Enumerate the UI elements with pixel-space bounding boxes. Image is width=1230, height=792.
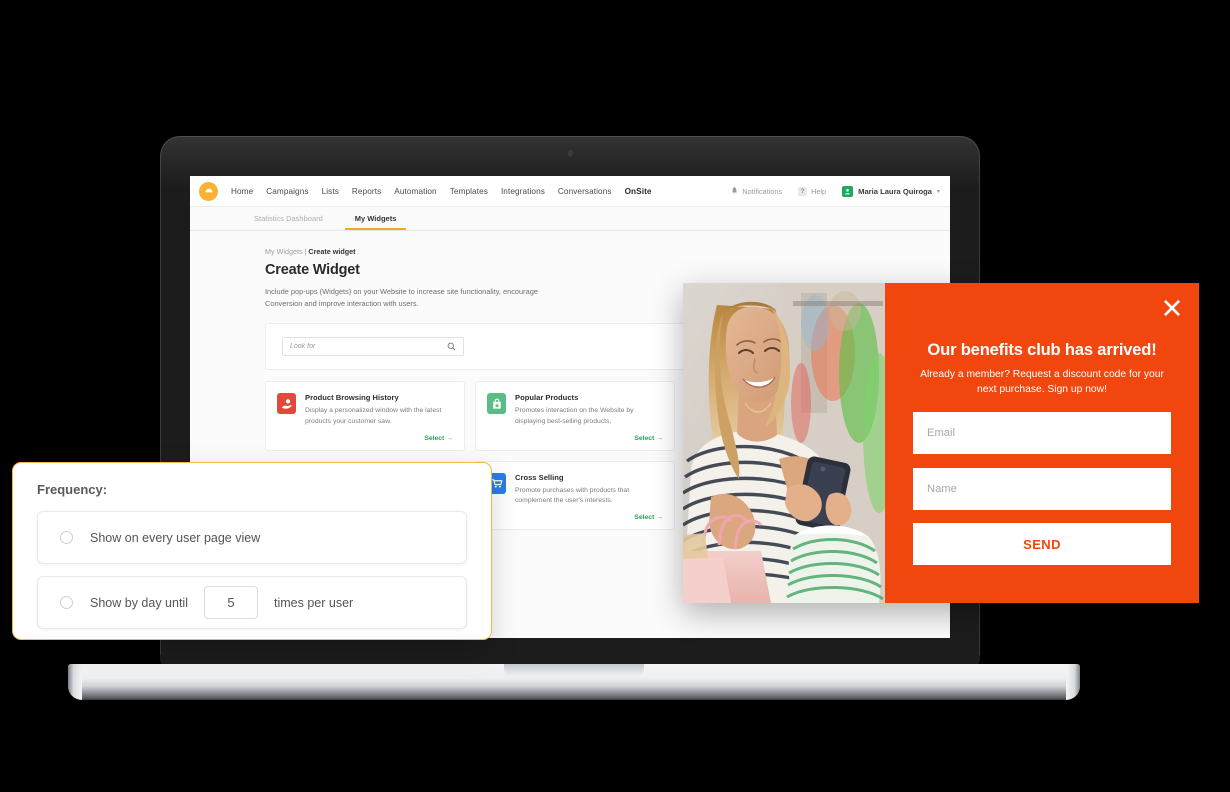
popup-subtext: Already a member? Request a discount cod… [920, 369, 1164, 396]
popup-headline: Our benefits club has arrived! [927, 340, 1157, 359]
popup-form: Our benefits club has arrived! Already a… [885, 283, 1199, 603]
nav-link-lists[interactable]: Lists [322, 187, 339, 196]
page-description: Include pop-ups (Widgets) on your Websit… [265, 287, 538, 309]
webcam-icon [567, 150, 573, 157]
notifications-button[interactable]: Notifications [731, 187, 782, 196]
popup-email-field[interactable] [913, 412, 1171, 455]
widget-card-description: Promotes interaction on the Website by d… [515, 407, 634, 425]
widget-card-title: Cross Selling [515, 472, 564, 482]
help-label: Help [811, 186, 827, 196]
user-name: Maria Laura Quiroga [858, 186, 932, 196]
nav-link-automation[interactable]: Automation [394, 187, 436, 196]
widget-card-description: Display a personalized window with the l… [305, 407, 442, 425]
widget-card-body: Cross Selling Promote purchases with pro… [515, 473, 663, 521]
widget-card-title: Product Browsing History [305, 393, 399, 403]
widget-card-body: Popular Products Promotes interaction on… [515, 393, 663, 441]
nav-link-conversations[interactable]: Conversations [558, 187, 612, 196]
widget-card-cross-selling[interactable]: Cross Selling Promote purchases with pro… [475, 460, 675, 530]
shopping-bag-icon [487, 393, 506, 415]
widget-card-title: Popular Products [515, 393, 579, 403]
woman-shopping-with-phone-photo [683, 283, 885, 603]
popup-photo [683, 283, 885, 603]
search-input[interactable] [290, 343, 447, 351]
navbar-right-group: Notifications ? Help Maria Laura Quiroga… [731, 185, 940, 197]
widget-card-select-link[interactable]: Select → [515, 435, 663, 442]
browsing-history-icon [277, 393, 296, 415]
search-panel [265, 323, 685, 371]
widget-card-product-browsing-history[interactable]: Product Browsing History Display a perso… [265, 381, 465, 451]
times-per-user-input[interactable] [203, 586, 258, 619]
widget-card-body: Product Browsing History Display a perso… [305, 393, 453, 441]
bell-icon [732, 187, 738, 194]
widget-card-popular-products[interactable]: Popular Products Promotes interaction on… [475, 381, 675, 451]
nav-link-home[interactable]: Home [231, 187, 253, 196]
search-icon[interactable] [447, 342, 456, 351]
breadcrumb-current: Create widget [308, 247, 356, 256]
widget-card-select-link[interactable]: Select → [305, 435, 453, 442]
brand-logo-icon[interactable] [199, 181, 218, 201]
avatar [842, 185, 854, 197]
nav-link-onsite[interactable]: OnSite [625, 187, 652, 196]
notifications-label: Notifications [742, 186, 783, 196]
breadcrumb: My Widgets | Create widget [265, 247, 950, 256]
tab-statistics-dashboard[interactable]: Statistics Dashboard [238, 207, 339, 230]
frequency-panel-title: Frequency: [37, 482, 108, 497]
widget-card-description: Promote purchases with products that com… [515, 486, 630, 505]
widget-card-select-link[interactable]: Select → [515, 514, 663, 521]
radio-show-by-day[interactable] [60, 596, 73, 609]
popup-name-field[interactable] [913, 468, 1171, 511]
breadcrumb-parent[interactable]: My Widgets [265, 247, 303, 256]
close-icon[interactable] [1163, 299, 1181, 317]
frequency-option-label: Show by day until [90, 595, 188, 610]
screenshot-stage: Home Campaigns Lists Reports Automation … [0, 0, 1230, 792]
radio-every-page-view[interactable] [60, 531, 73, 544]
frequency-option-label: Show on every user page view [90, 530, 261, 545]
nav-link-campaigns[interactable]: Campaigns [266, 187, 308, 196]
sub-navigation: Statistics Dashboard My Widgets [190, 207, 950, 231]
chevron-down-icon: ▾ [936, 188, 940, 195]
frequency-option-show-by-day[interactable]: Show by day until times per user [37, 576, 467, 629]
popup-send-button[interactable]: SEND [913, 523, 1171, 566]
nav-link-templates[interactable]: Templates [450, 187, 488, 196]
nav-link-integrations[interactable]: Integrations [501, 187, 545, 196]
popup-widget-preview: Our benefits club has arrived! Already a… [683, 283, 1199, 603]
question-mark-icon: ? [798, 186, 808, 196]
app-navbar: Home Campaigns Lists Reports Automation … [190, 176, 950, 207]
search-box[interactable] [282, 337, 464, 357]
laptop-base [68, 664, 1080, 700]
navbar-links: Home Campaigns Lists Reports Automation … [231, 187, 652, 196]
user-menu[interactable]: Maria Laura Quiroga ▾ [842, 185, 940, 197]
frequency-option-every-page-view[interactable]: Show on every user page view [37, 511, 467, 564]
help-button[interactable]: ? Help [798, 186, 827, 196]
page-title: Create Widget [265, 262, 360, 278]
tab-my-widgets[interactable]: My Widgets [339, 207, 413, 230]
frequency-option-suffix: times per user [273, 595, 354, 610]
nav-link-reports[interactable]: Reports [352, 187, 381, 196]
laptop-base-notch [504, 664, 644, 677]
frequency-panel: Frequency: Show on every user page view … [12, 462, 492, 640]
